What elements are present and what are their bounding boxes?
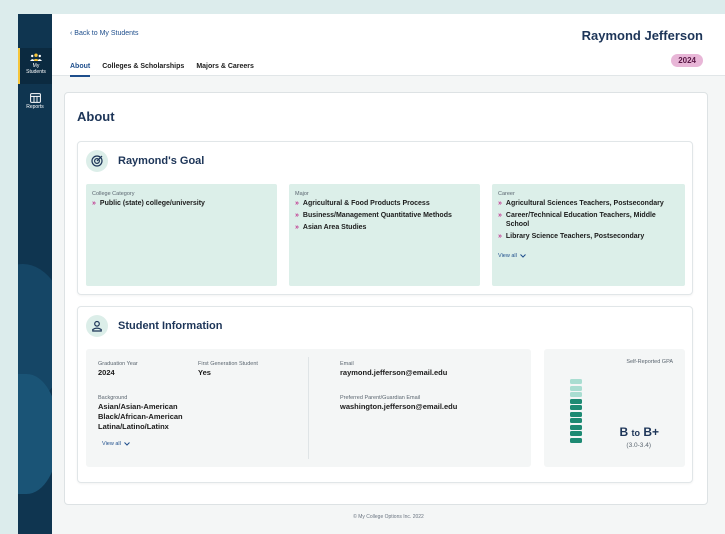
goal-title: Raymond's Goal [118, 155, 205, 167]
tab-bar: About Colleges & Scholarships Majors & C… [70, 63, 266, 77]
goal-header: Raymond's Goal [86, 150, 204, 172]
chevron-right-icon: » [295, 212, 299, 219]
gpa-meter-segment [570, 437, 582, 443]
list-item: » Asian Area Studies [295, 224, 367, 231]
major-label: Major [295, 191, 309, 197]
list-item: » Public (state) college/university [92, 200, 205, 207]
students-icon [30, 53, 42, 61]
graduation-year-value: 2024 [98, 368, 115, 377]
page-header: ‹ Back to My Students Raymond Jefferson … [52, 14, 725, 77]
page-title: Raymond Jefferson [581, 28, 703, 43]
student-details-box: Graduation Year 2024 First Generation St… [86, 349, 531, 467]
chevron-right-icon: » [498, 200, 502, 207]
back-link-label: Back to My Students [74, 30, 139, 37]
chevron-right-icon: » [92, 200, 96, 207]
gpa-range: (3.0-3.4) [626, 442, 651, 449]
tab-about[interactable]: About [70, 63, 91, 77]
major-box: Major » Agricultural & Food Products Proc… [289, 184, 480, 286]
email-field: Email raymond.jefferson@email.edu [340, 361, 447, 378]
sidebar: My Students Reports [18, 14, 52, 534]
chevron-left-icon: ‹ [70, 30, 73, 37]
sidebar-decoration [18, 374, 52, 494]
back-link[interactable]: ‹ Back to My Students [70, 30, 139, 37]
career-view-all-link[interactable]: View all [498, 253, 526, 259]
gpa-meter-segment [570, 418, 582, 423]
college-category-box: College Category » Public (state) college… [86, 184, 277, 286]
gpa-meter [570, 379, 582, 444]
gpa-box: Self-Reported GPA B to B+ (3.0-3.4) [544, 349, 685, 467]
gpa-meter-segment [570, 392, 582, 397]
chevron-down-icon [520, 254, 526, 258]
gpa-meter-segment [570, 385, 582, 391]
tab-colleges-scholarships[interactable]: Colleges & Scholarships [102, 63, 184, 77]
graduation-year-field: Graduation Year 2024 [98, 361, 138, 378]
gpa-meter-segment [570, 379, 582, 384]
chevron-right-icon: » [498, 233, 502, 240]
first-generation-label: First Generation Student [198, 361, 258, 367]
student-info-panel: Student Information Graduation Year 2024… [77, 306, 693, 483]
sidebar-item-label: Students [26, 69, 46, 75]
app-frame: My Students Reports ‹ Back to My Student… [18, 14, 725, 534]
list-item: » Career/Technical Education Teachers, Mi… [498, 212, 656, 228]
background-field: Background Asian/Asian-American Black/Af… [98, 395, 183, 450]
email-label: Email [340, 361, 354, 367]
sidebar-item-reports[interactable]: Reports [18, 90, 52, 120]
first-generation-field: First Generation Student Yes [198, 361, 258, 378]
gpa-meter-segment [570, 405, 582, 410]
list-item: » Library Science Teachers, Postsecondary [498, 233, 645, 240]
parent-email-value: washington.jefferson@email.edu [340, 402, 458, 411]
background-view-all-link[interactable]: View all [102, 441, 130, 447]
reports-icon [29, 93, 41, 103]
parent-email-label: Preferred Parent/Guardian Email [340, 395, 421, 401]
career-label: Career [498, 191, 515, 197]
sidebar-item-my-students[interactable]: My Students [18, 48, 52, 84]
graduation-year-label: Graduation Year [98, 361, 138, 367]
gpa-label: Self-Reported GPA [626, 359, 673, 365]
main-content: ‹ Back to My Students Raymond Jefferson … [52, 14, 725, 534]
chevron-right-icon: » [295, 224, 299, 231]
list-item: Black/African-American [98, 412, 183, 421]
chevron-right-icon: » [498, 212, 502, 219]
gpa-meter-segment [570, 424, 582, 430]
chevron-down-icon [124, 442, 130, 446]
about-card: About Raymond's Goal College Category » P… [64, 92, 708, 505]
first-generation-value: Yes [198, 368, 211, 377]
divider [308, 357, 309, 459]
list-item: Latina/Latino/Latinx [98, 422, 169, 431]
parent-email-field: Preferred Parent/Guardian Email washingt… [340, 395, 457, 412]
footer: © My College Options Inc. 2022 [353, 514, 424, 520]
target-icon [86, 150, 108, 172]
email-value: raymond.jefferson@email.edu [340, 368, 448, 377]
sidebar-item-label: Reports [26, 104, 44, 110]
person-icon [86, 315, 108, 337]
goal-panel: Raymond's Goal College Category » Public … [77, 141, 693, 295]
list-item: Asian/Asian-American [98, 402, 178, 411]
list-item: » Business/Management Quantitative Method… [295, 212, 452, 219]
list-item: » Agricultural & Food Products Process [295, 200, 430, 207]
tab-majors-careers[interactable]: Majors & Careers [196, 63, 254, 77]
gpa-value: B to B+ [619, 425, 659, 439]
chevron-right-icon: » [295, 200, 299, 207]
student-info-header: Student Information [86, 315, 223, 337]
year-badge: 2024 [671, 54, 703, 67]
student-info-title: Student Information [118, 320, 223, 332]
gpa-meter-segment [570, 411, 582, 417]
background-label: Background [98, 395, 128, 401]
gpa-meter-segment [570, 431, 582, 436]
section-title: About [77, 109, 115, 124]
career-box: Career » Agricultural Sciences Teachers, … [492, 184, 685, 286]
college-category-label: College Category [92, 191, 135, 197]
gpa-meter-segment [570, 398, 582, 404]
list-item: » Agricultural Sciences Teachers, Postsec… [498, 200, 664, 207]
